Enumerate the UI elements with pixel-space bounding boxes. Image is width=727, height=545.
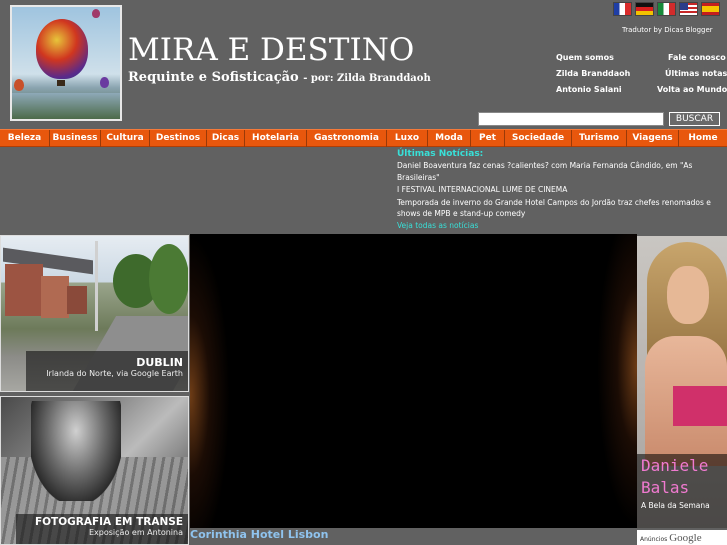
video-glow-right [597, 234, 637, 528]
nav-item-home[interactable]: Home [679, 130, 727, 147]
house-graphic [67, 286, 87, 314]
nav-item-gastronomia[interactable]: Gastronomia [307, 130, 387, 147]
nav-item-destinos[interactable]: Destinos [150, 130, 207, 147]
news-item[interactable]: Temporada de inverno do Grande Hotel Cam… [397, 197, 711, 208]
clothing-graphic [673, 386, 727, 426]
link-volta-ao-mundo[interactable]: Volta ao Mundo [657, 85, 727, 94]
site-byline: - por: Zilda Branddaoh [303, 73, 431, 84]
ads-label: Anúncios [640, 536, 668, 543]
video-caption[interactable]: Corinthia Hotel Lisbon [190, 528, 328, 541]
person-graphic [31, 401, 121, 501]
face-graphic [667, 266, 709, 324]
bela-caption: Daniele Balas A Bela da Semana [637, 454, 727, 528]
feature-title: DUBLIN [136, 356, 183, 369]
flag-germany-icon[interactable] [635, 2, 654, 16]
search-input[interactable] [478, 112, 664, 126]
flag-france-icon[interactable] [613, 2, 632, 16]
feature-fotografia[interactable]: FOTOGRAFIA EM TRANSE Exposição em Antoni… [0, 396, 189, 545]
bela-name-last: Balas [641, 478, 690, 497]
video-player[interactable] [190, 234, 637, 528]
video-glow-left [190, 234, 230, 528]
google-logo: Google [669, 532, 702, 544]
nav-item-moda[interactable]: Moda [428, 130, 471, 147]
link-antonio-salani[interactable]: Antonio Salani [556, 85, 622, 94]
site-title[interactable]: MIRA E DESTINO [128, 32, 414, 68]
feature-title: FOTOGRAFIA EM TRANSE [34, 516, 183, 528]
main-nav: Beleza Business Cultura Destinos Dicas H… [0, 129, 727, 147]
house-graphic [41, 276, 69, 318]
link-quem-somos[interactable]: Quem somos [556, 53, 614, 62]
site-tagline: Requinte e Sofisticação [128, 70, 299, 85]
site-logo-image[interactable] [10, 5, 122, 121]
search-button[interactable]: BUSCAR [669, 112, 720, 126]
nav-item-dicas[interactable]: Dicas [207, 130, 245, 147]
news-item[interactable]: I FESTIVAL INTERNACIONAL LUME DE CINEMA [397, 184, 567, 195]
house-graphic [5, 264, 43, 316]
news-item[interactable]: Daniel Boaventura faz cenas ?calientes? … [397, 160, 692, 171]
balloon-graphic [100, 77, 109, 88]
feature-caption: FOTOGRAFIA EM TRANSE Exposição em Antoni… [16, 514, 188, 544]
balloon-graphic [92, 9, 100, 18]
feature-subtitle: Exposição em Antonina [89, 528, 183, 537]
pole-graphic [95, 241, 98, 331]
link-ultimas-notas[interactable]: Últimas notas [665, 69, 727, 78]
news-item[interactable]: Brasileiras" [397, 172, 440, 183]
news-heading: Últimas Notícias: [397, 149, 484, 159]
balloon-graphic [36, 19, 88, 79]
flag-italy-icon[interactable] [657, 2, 676, 16]
nav-item-business[interactable]: Business [50, 130, 101, 147]
google-ads-label[interactable]: Anúncios Google [637, 530, 727, 545]
nav-item-hotelaria[interactable]: Hotelaria [245, 130, 307, 147]
nav-item-turismo[interactable]: Turismo [572, 130, 627, 147]
link-zilda-branddaoh[interactable]: Zilda Branddaoh [556, 69, 630, 78]
nav-item-pet[interactable]: Pet [471, 130, 505, 147]
bela-subtitle: A Bela da Semana [641, 501, 710, 510]
flag-usa-icon[interactable] [679, 2, 698, 16]
link-fale-conosco[interactable]: Fale conosco [668, 53, 726, 62]
feature-caption: DUBLIN Irlanda do Norte, via Google Eart… [26, 351, 188, 391]
nav-item-beleza[interactable]: Beleza [0, 130, 50, 147]
bela-da-semana-feature[interactable]: Daniele Balas A Bela da Semana [637, 236, 727, 528]
nav-item-cultura[interactable]: Cultura [101, 130, 150, 147]
feature-subtitle: Irlanda do Norte, via Google Earth [46, 369, 183, 378]
translator-credit[interactable]: Tradutor by Dicas Blogger [622, 26, 713, 34]
nav-item-viagens[interactable]: Viagens [627, 130, 679, 147]
nav-item-sociedade[interactable]: Sociedade [505, 130, 572, 147]
tree-graphic [149, 244, 188, 314]
lake-graphic [12, 93, 120, 119]
bela-name-first: Daniele [641, 456, 709, 475]
nav-item-luxo[interactable]: Luxo [387, 130, 428, 147]
balloon-basket [57, 80, 65, 86]
site-subtitle: Requinte e Sofisticação - por: Zilda Bra… [128, 70, 431, 85]
news-see-all-link[interactable]: Veja todas as notícias [397, 221, 478, 230]
news-item[interactable]: shows de MPB e stand-up comedy [397, 208, 525, 219]
feature-dublin[interactable]: DUBLIN Irlanda do Norte, via Google Eart… [0, 235, 189, 392]
balloon-graphic [14, 79, 24, 91]
language-flags [613, 2, 720, 16]
flag-spain-icon[interactable] [701, 2, 720, 16]
